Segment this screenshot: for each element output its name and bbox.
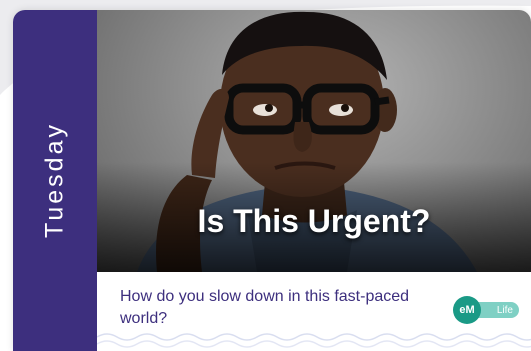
caption-text: How do you slow down in this fast-paced … bbox=[120, 288, 410, 327]
headline: Is This Urgent? bbox=[197, 203, 431, 239]
logo-mark: eM bbox=[453, 296, 481, 324]
day-strip: Tuesday bbox=[13, 10, 97, 351]
post-card[interactable]: Tuesday Is This Urgent? How do you slow … bbox=[13, 10, 531, 351]
emlife-logo-icon[interactable]: Life eM bbox=[453, 296, 521, 324]
day-label: Tuesday bbox=[40, 122, 69, 238]
wave-pattern bbox=[97, 333, 531, 348]
caption-band: How do you slow down in this fast-paced … bbox=[97, 272, 531, 351]
